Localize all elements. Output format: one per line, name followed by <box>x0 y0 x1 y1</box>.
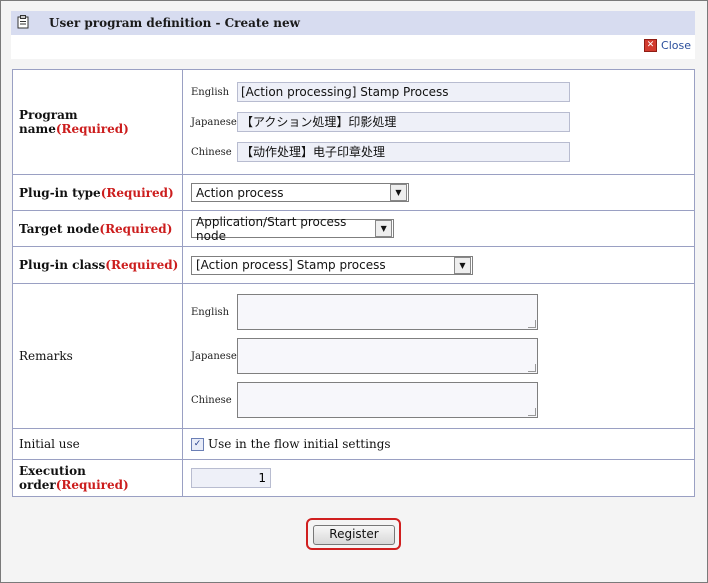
execution-order-label: Execution order(Required) <box>12 459 183 497</box>
required-marker: (Required) <box>99 221 173 236</box>
clipboard-icon <box>17 15 29 29</box>
chinese-label: Chinese <box>191 146 232 158</box>
dialog-title: User program definition - Create new <box>49 16 300 30</box>
chevron-down-icon: ▼ <box>390 184 407 201</box>
target-node-selected: Application/Start process node <box>196 214 347 243</box>
initial-use-label: Initial use <box>12 428 183 460</box>
remarks-row: Remarks English Japanese Chinese <box>12 283 695 429</box>
program-name-english-input[interactable]: [Action processing] Stamp Process <box>237 82 570 102</box>
close-label: Close <box>661 39 691 52</box>
program-name-japanese-input[interactable]: 【アクション処理】印影処理 <box>237 112 570 132</box>
target-node-select[interactable]: Application/Start process node ▼ <box>191 215 394 243</box>
plugin-class-label: Plug-in class(Required) <box>12 246 183 284</box>
initial-use-checkbox-label: Use in the flow initial settings <box>208 437 391 451</box>
target-node-label: Target node(Required) <box>12 210 183 247</box>
execution-order-row: Execution order(Required) 1 <box>12 459 695 497</box>
dialog-titlebar: User program definition - Create new <box>11 11 695 35</box>
remarks-english-textarea[interactable] <box>237 294 538 330</box>
plugin-type-label: Plug-in type(Required) <box>12 174 183 211</box>
japanese-label: Japanese <box>191 116 237 128</box>
plugin-type-selected: Action process <box>196 185 284 200</box>
plugin-type-select[interactable]: Action process ▼ <box>191 183 409 202</box>
close-icon: ✕ <box>644 39 658 52</box>
target-node-row: Target node(Required) Application/Start … <box>12 210 695 247</box>
initial-use-row: Initial use ✓ Use in the flow initial se… <box>12 428 695 460</box>
execution-order-input[interactable]: 1 <box>191 468 271 488</box>
chevron-down-icon: ▼ <box>454 256 471 274</box>
register-button[interactable]: Register <box>313 525 395 545</box>
program-name-label: Program name(Required) <box>12 69 183 175</box>
program-name-chinese-input[interactable]: 【动作处理】电子印章处理 <box>237 142 570 162</box>
initial-use-checkbox[interactable]: ✓ <box>191 437 204 451</box>
plugin-class-select[interactable]: [Action process] Stamp process ▼ <box>191 255 473 275</box>
register-highlight: Register <box>306 518 401 550</box>
program-definition-form: Program name(Required) English [Action p… <box>12 69 695 497</box>
dialog-window: User program definition - Create new ✕ C… <box>0 0 708 583</box>
english-label: English <box>191 86 230 98</box>
chevron-down-icon: ▼ <box>375 220 392 237</box>
remarks-label: Remarks <box>12 283 183 429</box>
dialog-toolbar: ✕ Close <box>11 35 695 59</box>
english-label: English <box>191 306 230 318</box>
program-name-cell: English [Action processing] Stamp Proces… <box>182 69 695 175</box>
plugin-class-row: Plug-in class(Required) [Action process]… <box>12 246 695 284</box>
remarks-chinese-textarea[interactable] <box>237 382 538 418</box>
plugin-class-selected: [Action process] Stamp process <box>196 258 386 272</box>
required-marker: (Required) <box>55 122 129 136</box>
remarks-japanese-textarea[interactable] <box>237 338 538 374</box>
program-name-row: Program name(Required) English [Action p… <box>12 69 695 175</box>
required-marker: (Required) <box>100 185 174 200</box>
required-marker: (Required) <box>105 258 179 272</box>
plugin-type-row: Plug-in type(Required) Action process ▼ <box>12 174 695 211</box>
japanese-label: Japanese <box>191 350 237 362</box>
chinese-label: Chinese <box>191 394 232 406</box>
required-marker: (Required) <box>55 478 129 492</box>
close-button[interactable]: ✕ Close <box>644 39 691 52</box>
